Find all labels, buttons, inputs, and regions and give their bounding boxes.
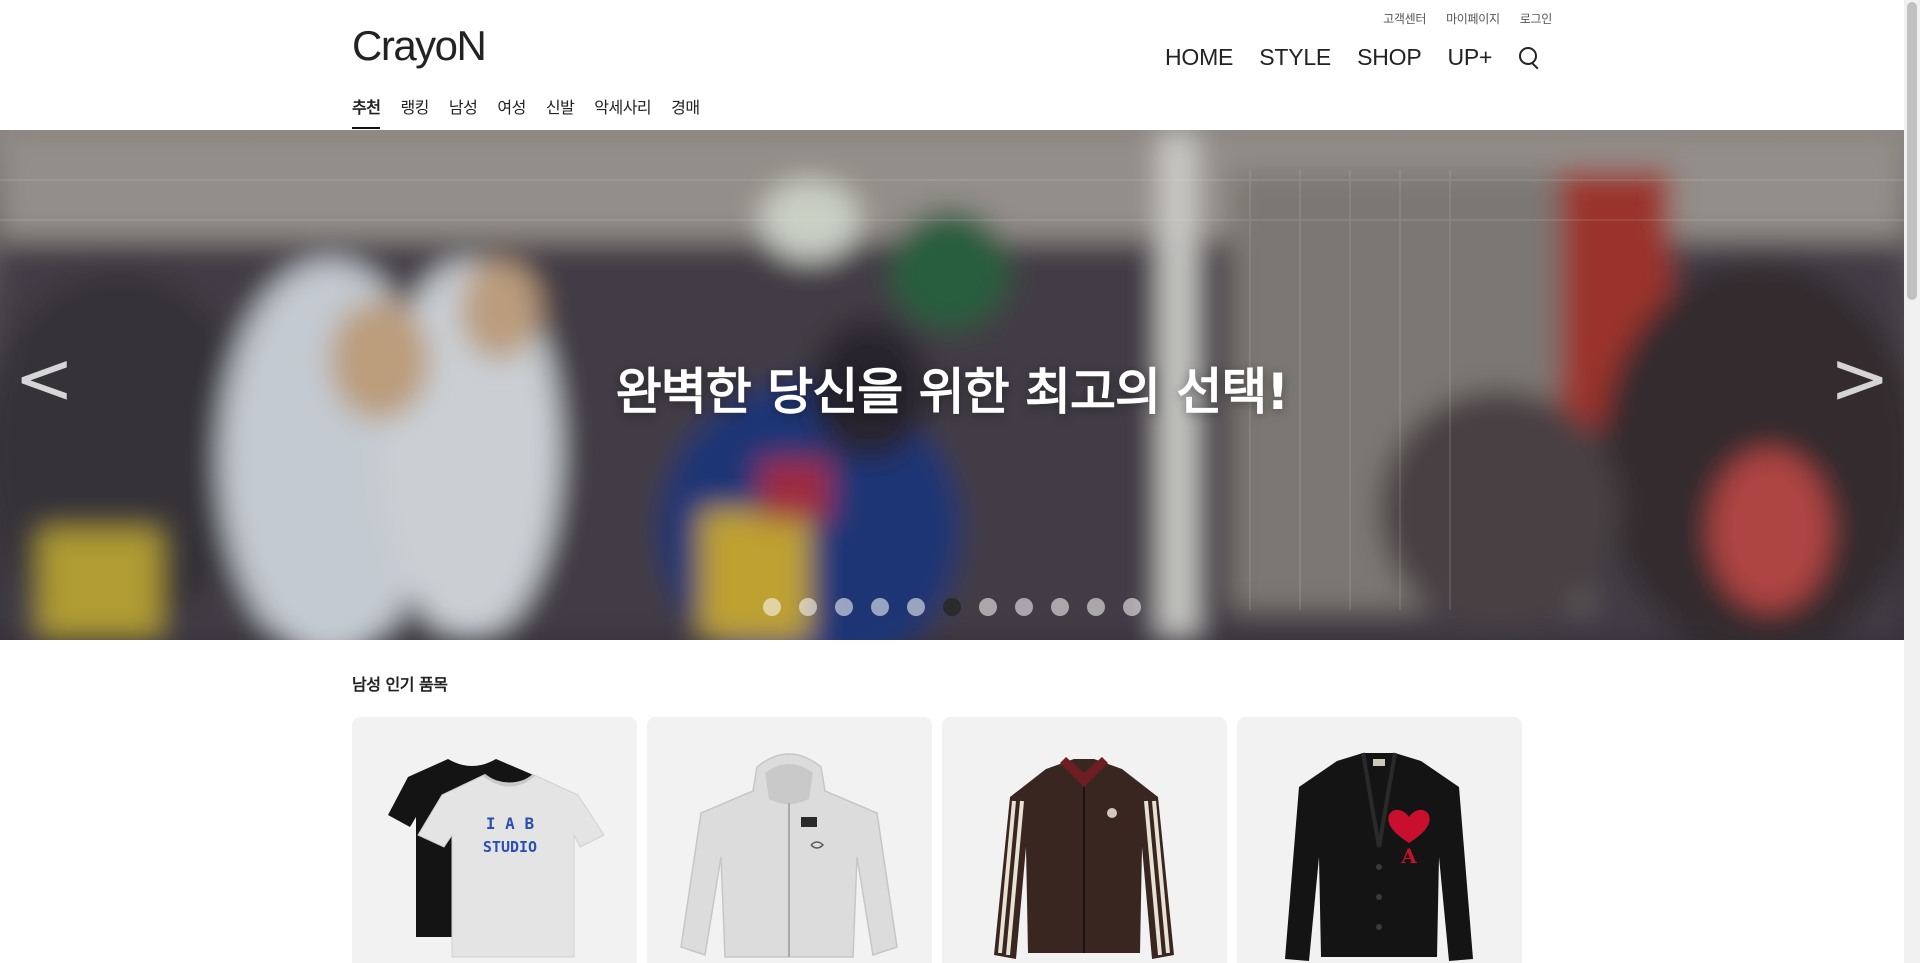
slide-dot[interactable] xyxy=(1015,598,1033,616)
tab-shoes[interactable]: 신발 xyxy=(546,94,575,129)
slide-dot[interactable] xyxy=(1051,598,1069,616)
nav-up-plus[interactable]: UP+ xyxy=(1447,44,1492,71)
product-card[interactable] xyxy=(942,717,1227,963)
product-card[interactable]: I A B STUDIO xyxy=(352,717,637,963)
product-card[interactable]: A xyxy=(1237,717,1522,963)
slide-dot[interactable] xyxy=(907,598,925,616)
category-tabs: 추천 랭킹 남성 여성 신발 악세사리 경매 xyxy=(352,94,720,129)
product-list: I A B STUDIO A xyxy=(352,717,1522,963)
product-card[interactable] xyxy=(647,717,932,963)
hero-title: 완벽한 당신을 위한 최고의 선택! xyxy=(615,363,1289,421)
tab-men[interactable]: 남성 xyxy=(449,94,478,129)
slide-dot[interactable] xyxy=(871,598,889,616)
search-icon[interactable] xyxy=(1518,46,1542,70)
tab-ranking[interactable]: 랭킹 xyxy=(400,94,429,129)
nav-style[interactable]: STYLE xyxy=(1259,44,1331,71)
product-image-track-jacket xyxy=(994,757,1174,959)
nav-home[interactable]: HOME xyxy=(1165,44,1233,71)
product-image-cardigan: A xyxy=(1285,752,1473,961)
page-scrollbar[interactable] xyxy=(1904,0,1920,963)
mypage-link[interactable]: 마이페이지 xyxy=(1446,10,1500,27)
logo[interactable]: CrayoN xyxy=(352,22,487,70)
slide-dot[interactable] xyxy=(835,598,853,616)
chevron-left-icon[interactable]: < xyxy=(14,342,74,414)
product-image-hoodie xyxy=(680,753,898,958)
customer-center-link[interactable]: 고객센터 xyxy=(1383,10,1426,27)
nav-shop[interactable]: SHOP xyxy=(1357,44,1422,71)
print-text-line2: STUDIO xyxy=(483,838,537,856)
emblem-letter: A xyxy=(1400,844,1417,868)
utility-links: 고객센터 마이페이지 로그인 xyxy=(1383,10,1552,27)
slide-pagination xyxy=(0,598,1904,616)
slide-dot[interactable] xyxy=(1123,598,1141,616)
slide-dot[interactable] xyxy=(799,598,817,616)
slide-dot[interactable] xyxy=(1087,598,1105,616)
chevron-right-icon[interactable]: > xyxy=(1830,342,1890,414)
site-header: 고객센터 마이페이지 로그인 CrayoN HOME STYLE SHOP UP… xyxy=(0,0,1904,130)
tab-recommend[interactable]: 추천 xyxy=(352,94,381,129)
tab-auction[interactable]: 경매 xyxy=(671,94,700,129)
product-image-tshirt: I A B STUDIO xyxy=(388,759,605,958)
print-text-line1: I A B xyxy=(486,814,535,833)
main-nav: HOME STYLE SHOP UP+ xyxy=(1165,44,1542,71)
slide-dot[interactable] xyxy=(763,598,781,616)
section-title: 남성 인기 품목 xyxy=(352,675,448,694)
login-link[interactable]: 로그인 xyxy=(1520,10,1553,27)
tab-accessories[interactable]: 악세사리 xyxy=(594,94,651,129)
hero-banner[interactable]: 완벽한 당신을 위한 최고의 선택! < > xyxy=(0,130,1904,640)
tab-women[interactable]: 여성 xyxy=(497,94,526,129)
slide-dot[interactable] xyxy=(979,598,997,616)
scrollbar-thumb[interactable] xyxy=(1907,2,1917,300)
slide-dot[interactable] xyxy=(943,598,961,616)
